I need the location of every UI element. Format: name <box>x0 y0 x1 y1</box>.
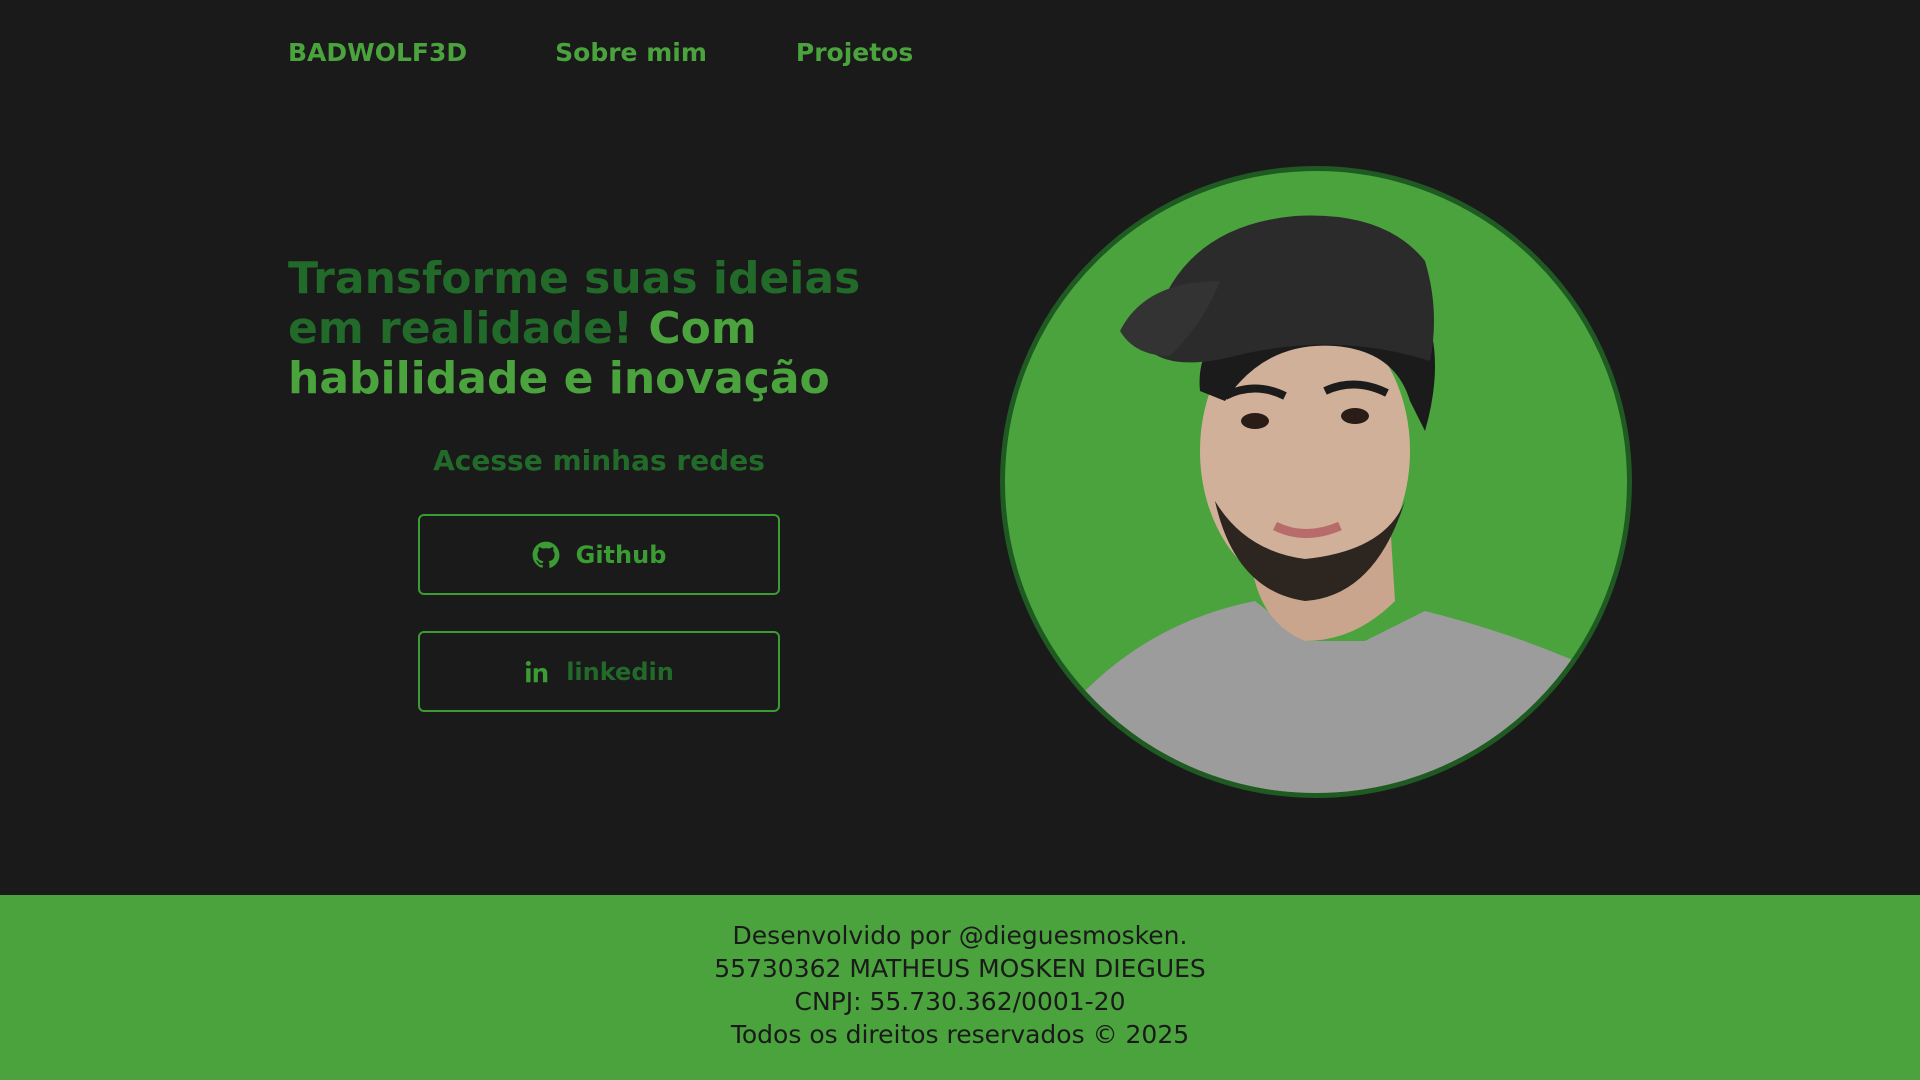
github-icon <box>532 541 560 569</box>
footer-developer: Desenvolvido por @dieguesmosken. <box>732 920 1188 950</box>
hero-title: Transforme suas ideias em realidade! Com… <box>288 254 928 404</box>
profile-photo <box>1000 166 1632 798</box>
linkedin-icon <box>524 659 550 685</box>
github-button[interactable]: Github <box>418 514 780 595</box>
nav-link-projetos[interactable]: Projetos <box>796 38 913 67</box>
nav-link-sobre-mim[interactable]: Sobre mim <box>555 38 707 67</box>
top-nav: BADWOLF3D Sobre mim Projetos <box>288 38 913 67</box>
linkedin-button[interactable]: linkedin <box>418 631 780 712</box>
footer-copyright: Todos os direitos reservados © 2025 <box>730 1019 1190 1049</box>
github-label: Github <box>575 540 667 569</box>
brand-link[interactable]: BADWOLF3D <box>288 38 467 67</box>
footer: Desenvolvido por @dieguesmosken. 5573036… <box>0 895 1920 1080</box>
footer-cnpj: CNPJ: 55.730.362/0001-20 <box>794 986 1126 1016</box>
hero-title-dim: Transforme suas ideias em realidade! <box>288 253 861 354</box>
footer-company: 55730362 MATHEUS MOSKEN DIEGUES <box>714 953 1206 983</box>
page: BADWOLF3D Sobre mim Projetos Transforme … <box>0 0 1920 1080</box>
linkedin-label: linkedin <box>566 657 674 686</box>
networks-title: Acesse minhas redes <box>433 444 765 477</box>
